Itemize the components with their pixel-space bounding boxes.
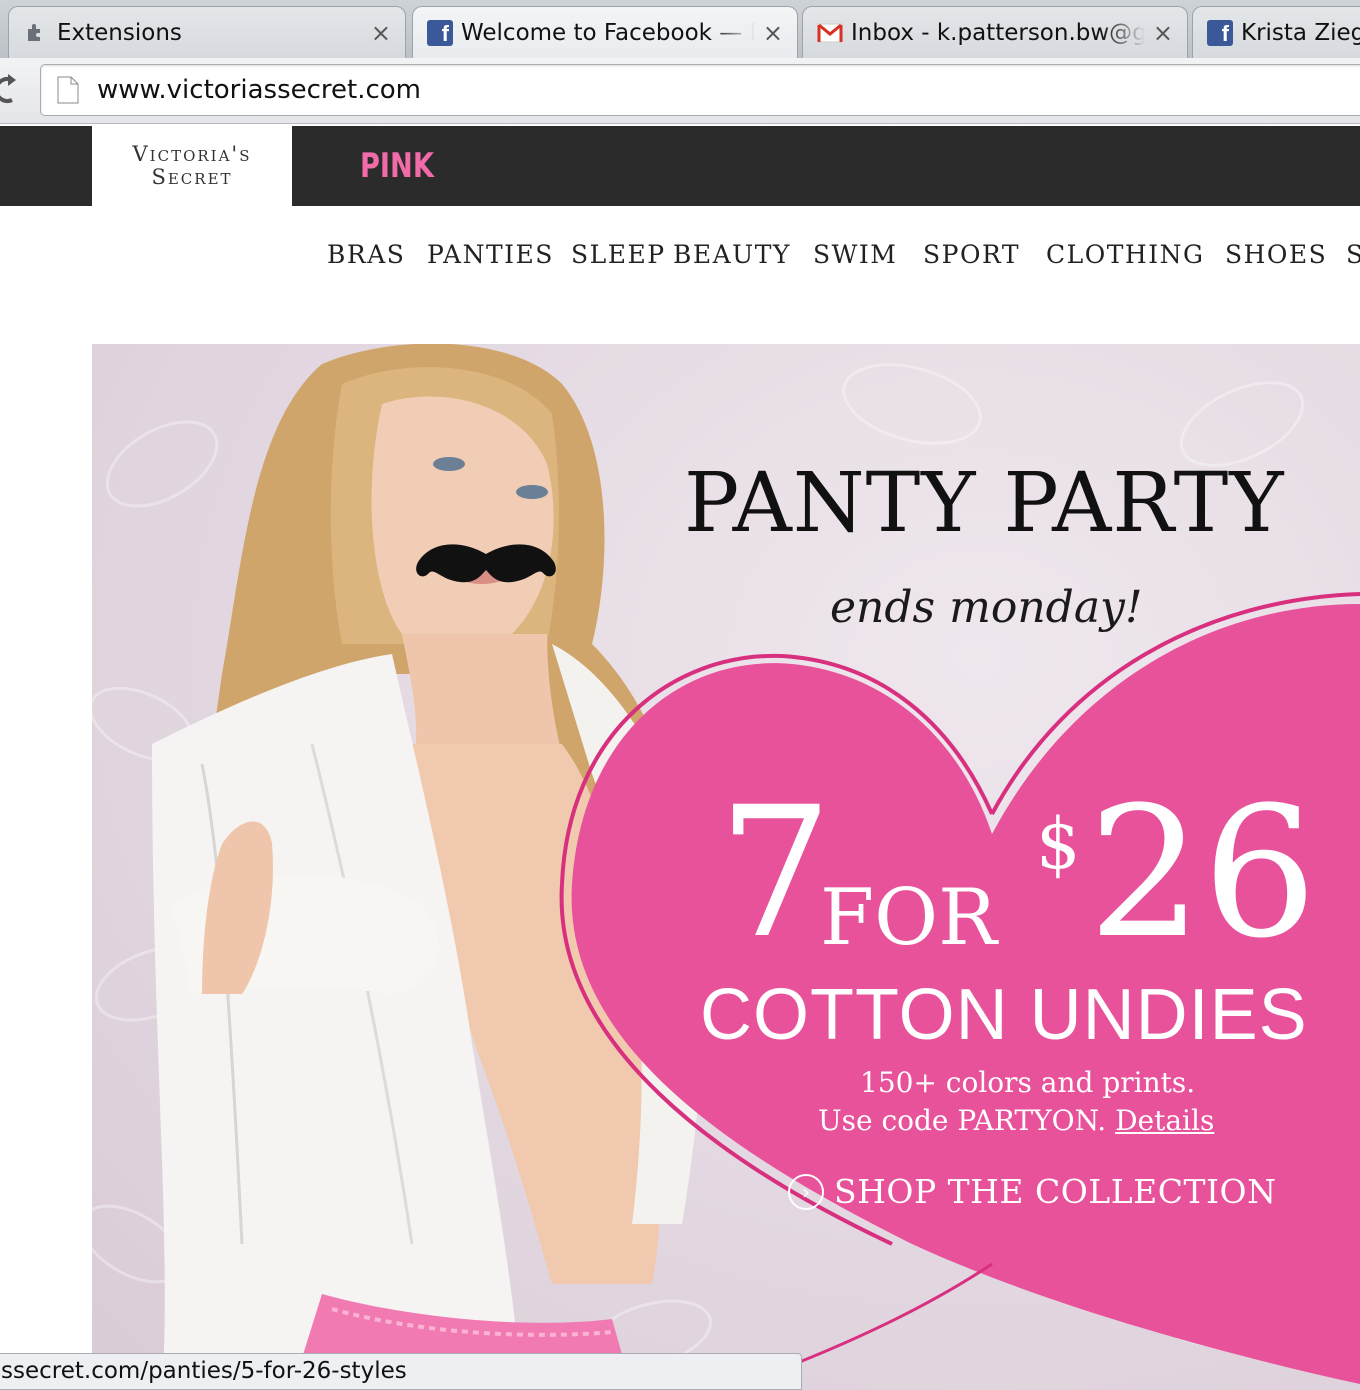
tab-facebook-welcome[interactable]: f Welcome to Facebook — Lo × bbox=[412, 6, 798, 58]
site-top-bar: Victoria's Secret PINK bbox=[0, 126, 1360, 206]
tab-title: Krista Ziegl bbox=[1241, 19, 1360, 46]
promo-subtitle: ends monday! bbox=[830, 582, 1143, 633]
shop-cta-label: SHOP THE COLLECTION bbox=[834, 1172, 1277, 1211]
address-bar[interactable]: www.victoriassecret.com bbox=[40, 64, 1360, 116]
chevron-right-icon: › bbox=[788, 1173, 824, 1210]
puzzle-icon bbox=[23, 20, 49, 46]
logo-line-1: Victoria's bbox=[132, 142, 252, 166]
logo-line-2: Secret bbox=[151, 165, 233, 189]
close-icon[interactable]: × bbox=[1153, 19, 1173, 47]
deal-count: 7 bbox=[718, 769, 833, 978]
deal-price: 26 bbox=[1088, 769, 1318, 978]
promo-detail-code: Use code PARTYON. Details bbox=[818, 1104, 1214, 1137]
reload-icon[interactable] bbox=[0, 72, 24, 108]
pink-brand-tab[interactable]: PINK bbox=[360, 146, 434, 186]
nav-swim[interactable]: SWIM bbox=[813, 240, 897, 269]
victorias-secret-logo-tab[interactable]: Victoria's Secret bbox=[92, 126, 292, 206]
nav-panties[interactable]: PANTIES bbox=[427, 240, 554, 269]
category-nav: BRAS PANTIES SLEEP BEAUTY SWIM SPORT CLO… bbox=[0, 206, 1360, 316]
tab-extensions[interactable]: Extensions × bbox=[8, 6, 406, 58]
nav-beauty[interactable]: BEAUTY bbox=[673, 240, 791, 269]
status-url: ssecret.com/panties/5-for-26-styles bbox=[1, 1358, 407, 1384]
link-status-bar: ssecret.com/panties/5-for-26-styles bbox=[0, 1353, 802, 1390]
deal-product: COTTON UNDIES bbox=[700, 975, 1308, 1055]
promo-code-text: Use code PARTYON. bbox=[818, 1104, 1107, 1137]
browser-toolbar: www.victoriassecret.com bbox=[0, 58, 1360, 124]
nav-sleep[interactable]: SLEEP bbox=[571, 240, 666, 269]
details-link[interactable]: Details bbox=[1115, 1104, 1214, 1137]
nav-bras[interactable]: BRAS bbox=[327, 240, 405, 269]
nav-clothing[interactable]: CLOTHING bbox=[1046, 240, 1204, 269]
url-text[interactable]: www.victoriassecret.com bbox=[97, 75, 421, 105]
tab-title: Welcome to Facebook — Lo bbox=[461, 19, 755, 46]
gmail-icon bbox=[817, 20, 843, 46]
promo-detail-colors: 150+ colors and prints. bbox=[860, 1066, 1196, 1099]
facebook-icon: f bbox=[1207, 19, 1233, 46]
deal-for: FOR bbox=[820, 873, 997, 963]
page-icon bbox=[57, 76, 79, 104]
tab-title: Extensions bbox=[57, 19, 182, 46]
nav-sport[interactable]: SPORT bbox=[923, 240, 1020, 269]
tab-gmail-inbox[interactable]: Inbox - k.patterson.bw@gm × bbox=[802, 6, 1188, 58]
hero-banner[interactable]: PANTY PARTY ends monday! 7 FOR $ 26 COTT… bbox=[92, 344, 1360, 1390]
tab-facebook-profile[interactable]: f Krista Ziegl bbox=[1192, 6, 1360, 58]
promo-title: PANTY PARTY bbox=[684, 456, 1285, 551]
tab-title: Inbox - k.patterson.bw@gm bbox=[851, 19, 1145, 46]
nav-next-category[interactable]: S bbox=[1346, 240, 1360, 269]
deal-currency: $ bbox=[1036, 803, 1081, 885]
facebook-icon: f bbox=[427, 19, 453, 46]
close-icon[interactable]: × bbox=[763, 19, 783, 47]
close-icon[interactable]: × bbox=[371, 19, 391, 47]
shop-the-collection-button[interactable]: › SHOP THE COLLECTION bbox=[788, 1172, 1276, 1211]
browser-tab-strip: Extensions × f Welcome to Facebook — Lo … bbox=[0, 0, 1360, 58]
nav-shoes[interactable]: SHOES bbox=[1225, 240, 1327, 269]
